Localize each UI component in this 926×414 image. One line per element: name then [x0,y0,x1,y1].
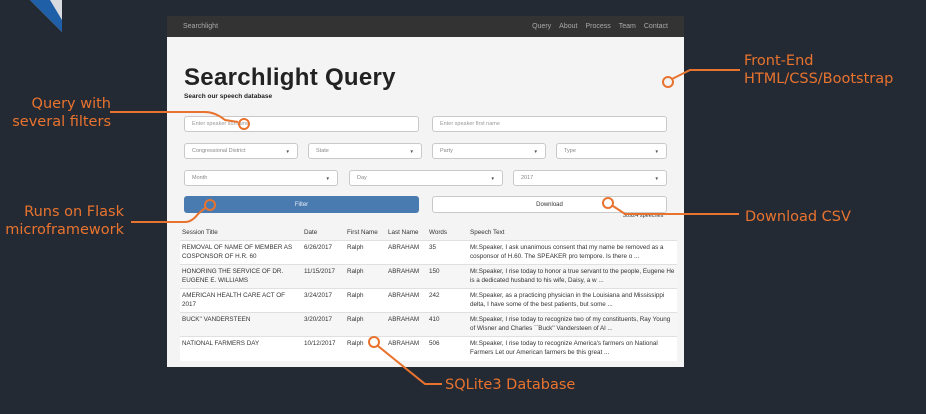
cell-session-title: REMOVAL OF NAME OF MEMBER AS COSPONSOR O… [182,244,293,260]
cell-first-name: Ralph [347,268,364,275]
download-button[interactable]: Download [432,196,667,213]
speech-count: 30924 speeches [623,213,664,219]
column-header[interactable]: Words [427,225,468,241]
table-row[interactable]: NATIONAL FARMERS DAY 10/12/2017 Ralph AB… [180,336,677,361]
annotation-download: Download CSV [745,209,851,225]
cell-words: 506 [429,340,440,347]
chevron-down-icon: ▼ [490,175,495,181]
cell-date: 10/12/2017 [304,340,336,347]
chevron-down-icon: ▼ [654,175,659,181]
app-window: Searchlight Query About Process Team Con… [167,16,684,367]
annotation-line: Query with several filters [12,96,111,130]
state-select-value: State [316,148,329,154]
cell-speech-text: Mr.Speaker, I ask unanimous consent that… [470,244,664,260]
surname-input[interactable] [192,121,411,127]
annotation-line: Runs on Flask microframework [5,204,124,238]
cell-speech-text: Mr.Speaker, as a practicing physician in… [470,292,665,308]
nav-link-contact[interactable]: Contact [644,23,668,30]
cell-last-name: ABRAHAM [388,268,420,275]
firstname-input[interactable] [440,121,659,127]
cell-last-name: ABRAHAM [388,316,420,323]
cell-last-name: ABRAHAM [388,340,420,347]
day-select-value: Day [357,175,367,181]
cell-session-title: BUCK'' VANDERSTEEN [182,316,251,323]
annotation-line: Front-End HTML/CSS/Bootstrap [744,53,894,87]
cell-last-name: ABRAHAM [388,244,420,251]
cell-words: 410 [429,316,440,323]
cell-last-name: ABRAHAM [388,292,420,299]
annotation-frontend: Front-End HTML/CSS/Bootstrap [744,52,924,88]
results-table: Session Title Date First Name Last Name … [180,225,677,361]
table-row[interactable]: REMOVAL OF NAME OF MEMBER AS COSPONSOR O… [180,240,677,265]
page-subtitle: Search our speech database [184,93,273,100]
cell-date: 11/15/2017 [304,268,336,275]
navbar: Searchlight Query About Process Team Con… [167,16,684,37]
column-header[interactable]: Speech Text [468,225,677,241]
navbar-brand[interactable]: Searchlight [183,23,218,30]
cell-words: 242 [429,292,440,299]
corner-decoration [30,0,62,32]
cell-first-name: Ralph [347,316,364,323]
cell-date: 3/24/2017 [304,292,333,299]
table-row[interactable]: AMERICAN HEALTH CARE ACT OF 2017 3/24/20… [180,288,677,313]
table-row[interactable]: BUCK'' VANDERSTEEN 3/20/2017 Ralph ABRAH… [180,312,677,337]
nav-link-process[interactable]: Process [585,23,610,30]
table-row[interactable]: HONORING THE SERVICE OF DR. EUGENE E. WI… [180,264,677,289]
cell-words: 150 [429,268,440,275]
cell-speech-text: Mr.Speaker, I rise today to honor a true… [470,268,675,284]
party-select-value: Party [440,148,453,154]
cell-session-title: HONORING THE SERVICE OF DR. EUGENE E. WI… [182,268,284,284]
nav-link-query[interactable]: Query [532,23,551,30]
chevron-down-icon: ▼ [325,175,330,181]
cell-session-title: NATIONAL FARMERS DAY [182,340,260,347]
cell-first-name: Ralph [347,292,364,299]
type-select[interactable]: Type ▼ [556,143,667,159]
annotation-query-filters: Query with several filters [0,95,111,131]
chevron-down-icon: ▼ [285,148,290,154]
cell-speech-text: Mr.Speaker, I rise today to recognize Am… [470,340,658,356]
page-title: Searchlight Query [184,64,396,91]
cell-first-name: Ralph [347,340,364,347]
nav-link-about[interactable]: About [559,23,577,30]
cell-speech-text: Mr.Speaker, I rise today to recognize tw… [470,316,671,332]
cell-session-title: AMERICAN HEALTH CARE ACT OF 2017 [182,292,285,308]
month-select-value: Month [192,175,208,181]
table-header-row: Session Title Date First Name Last Name … [180,225,677,241]
cell-first-name: Ralph [347,244,364,251]
column-header[interactable]: Last Name [386,225,427,241]
column-header[interactable]: First Name [345,225,386,241]
year-select-value: 2017 [521,175,534,181]
annotation-flask: Runs on Flask microframework [0,203,124,239]
surname-field[interactable] [184,116,419,132]
party-select[interactable]: Party ▼ [432,143,546,159]
column-header[interactable]: Session Title [180,225,302,241]
month-select[interactable]: Month ▼ [184,170,338,186]
district-select[interactable]: Congressional District ▼ [184,143,298,159]
cell-date: 3/20/2017 [304,316,333,323]
chevron-down-icon: ▼ [654,148,659,154]
cell-date: 6/26/2017 [304,244,333,251]
day-select[interactable]: Day ▼ [349,170,503,186]
state-select[interactable]: State ▼ [308,143,422,159]
year-select[interactable]: 2017 ▼ [513,170,667,186]
annotation-sqlite: SQLite3 Database [445,377,576,393]
filter-button[interactable]: Filter [184,196,419,213]
chevron-down-icon: ▼ [409,148,414,154]
column-header[interactable]: Date [302,225,345,241]
chevron-down-icon: ▼ [533,148,538,154]
nav-link-team[interactable]: Team [619,23,636,30]
firstname-field[interactable] [432,116,667,132]
district-select-value: Congressional District [192,148,246,154]
nav-links: Query About Process Team Contact [532,23,668,30]
cell-words: 35 [429,244,437,251]
type-select-value: Type [564,148,576,154]
